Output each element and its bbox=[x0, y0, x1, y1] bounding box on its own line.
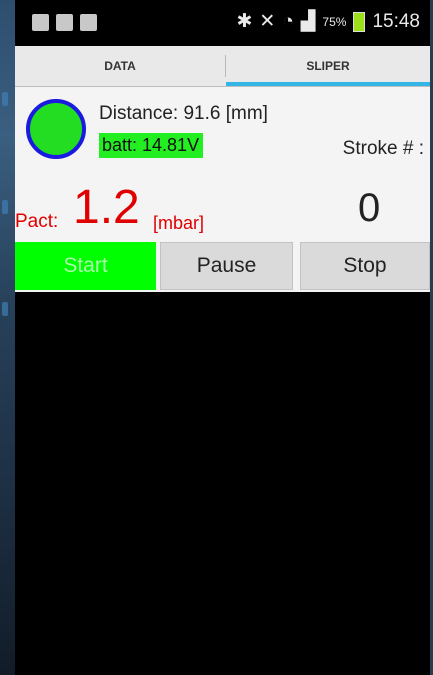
stroke-count: 0 bbox=[358, 186, 381, 230]
stroke-label: Stroke # : bbox=[342, 138, 424, 159]
mail-icon bbox=[80, 14, 97, 31]
status-bar-right: ✱ ✕ ◔ ▟ 75% 15:48 bbox=[236, 10, 420, 33]
pause-button[interactable]: Pause bbox=[160, 242, 293, 290]
tab-sliper[interactable]: SLIPER bbox=[226, 46, 430, 86]
pact-value: 1.2 bbox=[73, 181, 140, 234]
gallery-icon bbox=[56, 14, 73, 31]
plot-canvas[interactable] bbox=[15, 292, 430, 675]
mute-icon: ✕ bbox=[259, 11, 276, 32]
bluetooth-icon: ✱ bbox=[236, 11, 253, 32]
start-button[interactable]: Start bbox=[15, 242, 156, 290]
notification-icon bbox=[32, 14, 49, 31]
tab-data[interactable]: DATA bbox=[15, 46, 225, 86]
sliper-panel: Distance: 91.6 [mm] batt: 14.81V Stroke … bbox=[15, 87, 430, 292]
background-window-edge bbox=[0, 0, 15, 675]
stop-button[interactable]: Stop bbox=[300, 242, 430, 290]
battery-voltage-readout: batt: 14.81V bbox=[99, 133, 204, 158]
pact-unit: [mbar] bbox=[153, 213, 205, 233]
distance-readout: Distance: 91.6 [mm] bbox=[99, 103, 268, 124]
signal-icon: ▟ bbox=[300, 11, 316, 32]
status-indicator-circle bbox=[26, 99, 86, 159]
background-mark bbox=[2, 200, 8, 214]
background-mark bbox=[2, 302, 8, 316]
battery-percent: 75% bbox=[322, 14, 347, 29]
tab-selected-indicator bbox=[226, 82, 430, 86]
tab-bar: DATA SLIPER bbox=[15, 46, 430, 87]
battery-icon bbox=[353, 11, 366, 32]
pact-label: Pact: bbox=[15, 211, 59, 232]
phone-screen: ✱ ✕ ◔ ▟ 75% 15:48 DATA SLIPER Distance: … bbox=[15, 0, 430, 675]
clock: 15:48 bbox=[372, 10, 420, 32]
wifi-icon: ◔ bbox=[282, 10, 294, 32]
status-bar: ✱ ✕ ◔ ▟ 75% 15:48 bbox=[15, 0, 430, 46]
background-mark bbox=[2, 92, 8, 106]
